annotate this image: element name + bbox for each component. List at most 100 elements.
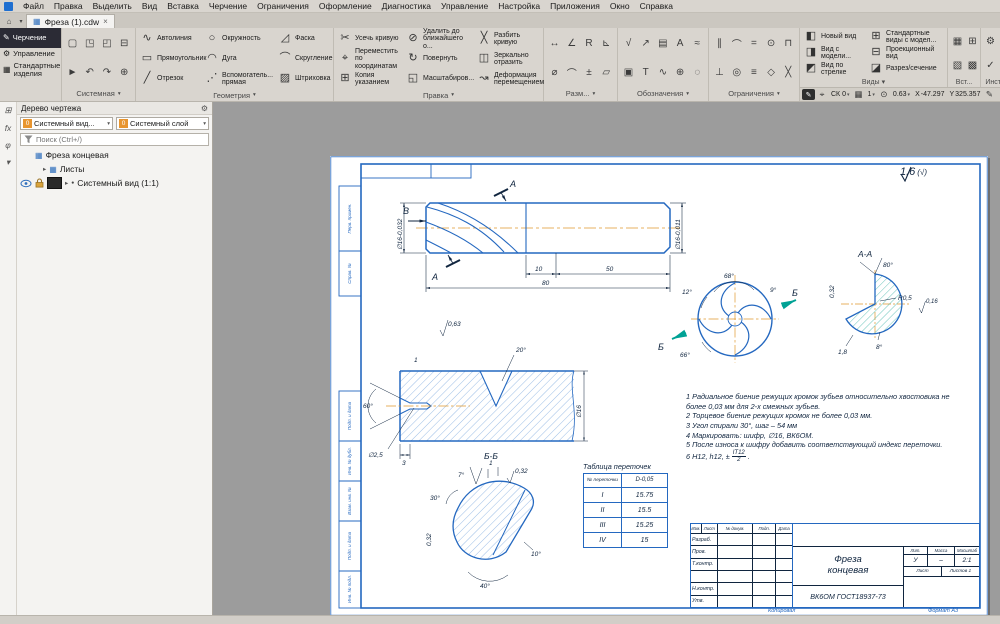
- open-document-icon[interactable]: ◳: [81, 29, 98, 58]
- current-layer-combo[interactable]: 0 Системный слой ▾: [116, 117, 209, 130]
- angle-dimension-icon[interactable]: ∠: [563, 29, 580, 58]
- new-document-icon[interactable]: ▢: [64, 29, 81, 58]
- insert-fragment-icon[interactable]: ▦: [950, 29, 965, 53]
- tree-search-input[interactable]: [36, 135, 205, 144]
- redo-icon[interactable]: ↷: [99, 58, 116, 87]
- pointer-icon[interactable]: ►: [64, 58, 81, 87]
- section-view-button[interactable]: ◪Разрез/сечение: [867, 61, 945, 77]
- tree-item-system-view[interactable]: ▸ ● Системный вид (1:1): [17, 176, 212, 190]
- perpendicular-dimension-icon[interactable]: ⊾: [598, 29, 615, 58]
- parallel-constraint-icon[interactable]: ∥: [711, 29, 728, 58]
- equal-constraint-icon[interactable]: =: [745, 29, 762, 58]
- table-icon[interactable]: ▤: [654, 29, 671, 58]
- menu-apps[interactable]: Приложения: [545, 1, 605, 11]
- group-label-edit[interactable]: Правка▾: [336, 89, 541, 101]
- split-curve-button[interactable]: ╳Разбить кривую: [475, 29, 541, 49]
- fillet-button[interactable]: ⌒Скругление: [276, 49, 334, 69]
- marker-icon[interactable]: ◌: [689, 58, 706, 87]
- menu-edit[interactable]: Правка: [49, 1, 88, 11]
- slope-icon[interactable]: ▱: [598, 58, 615, 87]
- scale-button[interactable]: ◱Масштабиров...: [404, 69, 474, 89]
- grid-icon[interactable]: ▦: [853, 89, 865, 100]
- rotate-button[interactable]: ↻Повернуть: [404, 49, 474, 69]
- edit-style-icon[interactable]: ✎: [983, 89, 995, 100]
- projection-view-button[interactable]: ⊟Проекционный вид: [867, 45, 945, 61]
- concentric-constraint-icon[interactable]: ◎: [728, 58, 745, 87]
- deform-by-move-button[interactable]: ↝Деформация перемещением: [475, 69, 541, 89]
- insert-picture-icon[interactable]: ▧: [950, 53, 965, 77]
- print-icon[interactable]: ⊟: [116, 29, 133, 58]
- wavy-line-icon[interactable]: ∿: [654, 58, 671, 87]
- tangent-constraint-icon[interactable]: ⌒: [728, 29, 745, 58]
- align-constraint-icon[interactable]: ≡: [745, 58, 762, 87]
- menu-settings[interactable]: Настройка: [493, 1, 545, 11]
- menu-file[interactable]: Файл: [18, 1, 49, 11]
- group-label-geometry[interactable]: Геометрия▾: [138, 89, 331, 101]
- text-icon[interactable]: T: [637, 58, 654, 87]
- save-icon[interactable]: ◰: [99, 29, 116, 58]
- group-label-annotations[interactable]: Обозначения▾: [620, 87, 706, 100]
- layer-color-swatch[interactable]: [47, 177, 62, 189]
- insert-macro-icon[interactable]: ⊞: [965, 29, 980, 53]
- radius-dimension-icon[interactable]: R: [581, 29, 598, 58]
- tab-close-icon[interactable]: ×: [103, 17, 108, 26]
- delete-constraint-icon[interactable]: ╳: [780, 58, 797, 87]
- diameter-dimension-icon[interactable]: ⌀: [546, 58, 563, 87]
- new-view-button[interactable]: ◧Новый вид: [802, 29, 866, 45]
- fix-constraint-icon[interactable]: ⊙: [763, 29, 780, 58]
- snap-icon[interactable]: ⌖: [816, 89, 828, 100]
- rectangle-button[interactable]: ▭Прямоугольник: [138, 49, 202, 69]
- variables-panel-icon[interactable]: fx: [5, 123, 12, 133]
- autoline-button[interactable]: ∿Автолиния: [138, 29, 202, 49]
- group-label-system[interactable]: Системная▾: [64, 87, 133, 100]
- menu-view[interactable]: Вид: [137, 1, 162, 11]
- collapse-panel-icon[interactable]: ▾: [6, 157, 10, 168]
- rail-tab-drawing[interactable]: ✎ Черчение: [0, 28, 61, 48]
- menu-management[interactable]: Управление: [436, 1, 493, 11]
- group-label-views[interactable]: Виды▾: [802, 77, 945, 87]
- circle-button[interactable]: ○Окружность: [203, 29, 275, 49]
- view-label-icon[interactable]: A: [672, 29, 689, 58]
- hatch-button[interactable]: ▨Штриховка: [276, 69, 334, 89]
- segment-button[interactable]: ╱Отрезок: [138, 69, 202, 89]
- group-label-insert[interactable]: Вст...: [950, 77, 978, 87]
- insert-object-icon[interactable]: ▩: [965, 53, 980, 77]
- centerline-icon[interactable]: ⊕: [672, 58, 689, 87]
- visibility-eye-icon[interactable]: [20, 179, 32, 188]
- undo-icon[interactable]: ↶: [81, 58, 98, 87]
- arrow-view-button[interactable]: ◩Вид по стрелке: [802, 61, 866, 77]
- perpendicular-constraint-icon[interactable]: ⊥: [711, 58, 728, 87]
- menu-select[interactable]: Выделить: [88, 1, 137, 11]
- current-view-combo[interactable]: 0 Системный вид... ▾: [20, 117, 113, 130]
- group-label-tools[interactable]: Инстр...: [983, 77, 1000, 87]
- document-tab[interactable]: ▦ Фреза (1).cdw ×: [26, 14, 115, 28]
- delete-to-nearest-button[interactable]: ⊘Удалить до ближайшего о...: [404, 29, 474, 49]
- lock-icon[interactable]: [35, 178, 44, 188]
- auxiliary-line-button[interactable]: ⋰Вспомогатель... прямая: [203, 69, 275, 89]
- home-icon[interactable]: ⌂: [2, 15, 16, 28]
- menu-window[interactable]: Окно: [605, 1, 635, 11]
- standard-views-button[interactable]: ⊞Стандартные виды с модел...: [867, 29, 945, 45]
- collinear-constraint-icon[interactable]: ⊓: [780, 29, 797, 58]
- mirror-button[interactable]: ◫Зеркально отразить: [475, 49, 541, 69]
- menu-decor[interactable]: Оформление: [314, 1, 377, 11]
- tools-check-icon[interactable]: ✓: [983, 53, 998, 77]
- group-label-constraints[interactable]: Ограничения▾: [711, 87, 797, 100]
- tab-list-dropdown-icon[interactable]: ▾: [16, 15, 26, 28]
- approx-icon[interactable]: ≈: [689, 29, 706, 58]
- coordinate-system-selector[interactable]: СК 0▾: [829, 91, 852, 98]
- menu-diagnostics[interactable]: Диагностика: [377, 1, 436, 11]
- linear-dimension-icon[interactable]: ↔: [546, 29, 563, 58]
- tree-item-root[interactable]: ▦ Фреза концевая: [17, 148, 212, 162]
- tools-settings-icon[interactable]: ⚙: [983, 29, 998, 53]
- drawing-canvas[interactable]: Перв. примен. Справ. № Подп. и дата Инв.…: [213, 102, 1000, 615]
- menu-help[interactable]: Справка: [635, 1, 678, 11]
- trim-curve-button[interactable]: ✂Усечь кривую: [336, 29, 403, 49]
- expand-arrow-icon[interactable]: ▸: [65, 179, 68, 187]
- add-icon[interactable]: ⊕: [116, 58, 133, 87]
- zoom-icon[interactable]: ⊙: [878, 89, 890, 100]
- view-from-model-button[interactable]: ◨Вид с модели...: [802, 45, 866, 61]
- leader-icon[interactable]: ↗: [637, 29, 654, 58]
- zoom-level-selector[interactable]: 0.63▾: [891, 91, 912, 98]
- properties-panel-icon[interactable]: φ: [5, 140, 11, 150]
